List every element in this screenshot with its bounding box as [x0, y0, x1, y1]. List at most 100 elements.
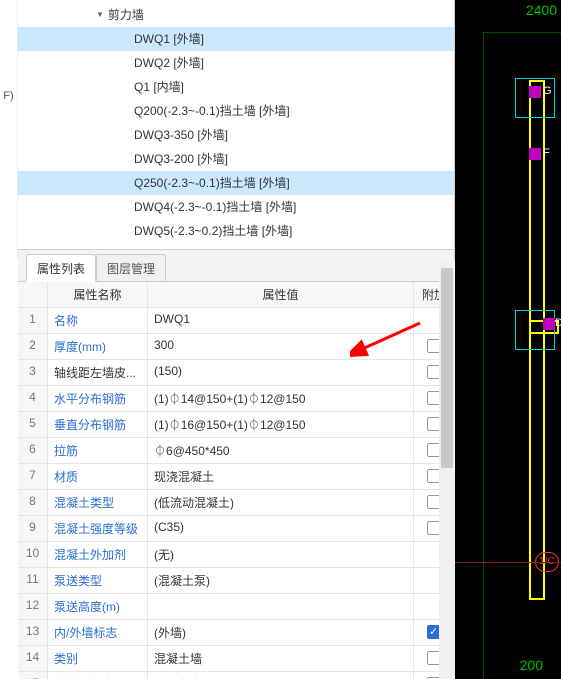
axis-node-label: G — [543, 85, 552, 97]
row-index: 10 — [18, 542, 48, 567]
property-value[interactable]: 300 — [148, 334, 414, 359]
tree-group-label: 剪力墙 — [108, 6, 144, 23]
property-name: 水平分布钢筋 — [48, 386, 148, 411]
header-index — [18, 282, 48, 307]
property-name: 轴线距左墙皮... — [48, 360, 148, 385]
table-row[interactable]: 12泵送高度(m) — [18, 594, 454, 620]
table-row[interactable]: 7材质现浇混凝土 — [18, 464, 454, 490]
axis-node-label: D — [555, 317, 561, 329]
tree-item[interactable]: Q1 [内墙] — [18, 75, 454, 99]
cad-viewport[interactable]: 2400 200 G F D 1/C — [455, 0, 561, 679]
tree-item[interactable]: DWQ2 [外墙] — [18, 51, 454, 75]
row-index: 6 — [18, 438, 48, 463]
tree-item-label: Q1 [内墙] — [134, 80, 184, 94]
tab-layer-manage[interactable]: 图层管理 — [96, 254, 166, 281]
row-index: 13 — [18, 620, 48, 645]
axis-node-label: F — [543, 147, 550, 159]
header-name: 属性名称 — [48, 282, 148, 307]
property-value[interactable]: ⏀6@450*450 — [148, 438, 414, 463]
tree-item-label: DWQ5(-2.3~0.2)挡土墙 [外墙] — [134, 224, 292, 238]
scrollbar-thumb[interactable] — [441, 268, 453, 468]
tree-item[interactable]: DWQ3-200 [外墙] — [18, 147, 454, 171]
property-name: 类别 — [48, 646, 148, 671]
property-scrollbar[interactable] — [439, 260, 455, 679]
row-index: 15 — [18, 672, 48, 679]
tab-property-list[interactable]: 属性列表 — [26, 254, 96, 282]
property-table: 属性名称 属性值 附加 1名称DWQ12厚度(mm)3003轴线距左墙皮...(… — [18, 282, 454, 679]
row-index: 8 — [18, 490, 48, 515]
table-row[interactable]: 3轴线距左墙皮...(150) — [18, 360, 454, 386]
table-header: 属性名称 属性值 附加 — [18, 282, 454, 308]
row-index: 4 — [18, 386, 48, 411]
column-element[interactable] — [515, 78, 555, 118]
property-name: 厚度(mm) — [48, 334, 148, 359]
tree-item[interactable]: DWQ4(-2.3~-0.1)挡土墙 [外墙] — [18, 195, 454, 219]
property-value[interactable]: 混凝土墙 — [148, 646, 414, 671]
table-row[interactable]: 5垂直分布钢筋(1)⏀16@150+(1)⏀12@150 — [18, 412, 454, 438]
property-value[interactable]: (无) — [148, 542, 414, 567]
row-index: 14 — [18, 646, 48, 671]
property-value[interactable]: 现浇混凝土 — [148, 464, 414, 489]
tree-item-label: DWQ4(-2.3~-0.1)挡土墙 [外墙] — [134, 200, 296, 214]
property-name: 材质 — [48, 464, 148, 489]
table-row[interactable]: 13内/外墙标志(外墙) — [18, 620, 454, 646]
tree-item[interactable]: DWQ5(-2.3~0.2)挡土墙 [外墙] — [18, 219, 454, 243]
property-value[interactable]: (混凝土泵) — [148, 568, 414, 593]
property-name: 拉筋 — [48, 438, 148, 463]
left-dock-fragment: F) — [0, 0, 18, 260]
table-row[interactable]: 14类别混凝土墙 — [18, 646, 454, 672]
table-row[interactable]: 11泵送类型(混凝土泵) — [18, 568, 454, 594]
table-row[interactable]: 15起点顶标高(m)层顶标高 — [18, 672, 454, 679]
table-row[interactable]: 9混凝土强度等级(C35) — [18, 516, 454, 542]
tab-label: 属性列表 — [37, 262, 85, 276]
property-value[interactable]: DWQ1 — [148, 308, 414, 333]
property-name: 泵送高度(m) — [48, 594, 148, 619]
dimension-label: 200 — [520, 657, 543, 673]
tree-item-label: DWQ2 [外墙] — [134, 56, 204, 70]
property-value[interactable]: (C35) — [148, 516, 414, 541]
tree-item-label: Q250(-2.3~-0.1)挡土墙 [外墙] — [134, 176, 290, 190]
row-index: 2 — [18, 334, 48, 359]
table-row[interactable]: 10混凝土外加剂(无) — [18, 542, 454, 568]
tree-item-label: DWQ1 [外墙] — [134, 32, 204, 46]
property-value[interactable]: (1)⏀14@150+(1)⏀12@150 — [148, 386, 414, 411]
tree-item[interactable]: DWQ3-350 [外墙] — [18, 123, 454, 147]
property-name: 泵送类型 — [48, 568, 148, 593]
property-name: 垂直分布钢筋 — [48, 412, 148, 437]
property-name: 混凝土强度等级 — [48, 516, 148, 541]
component-tree: 剪力墙 DWQ1 [外墙] DWQ2 [外墙] Q1 [内墙] Q200(-2.… — [18, 0, 454, 250]
axis-node[interactable] — [529, 148, 541, 160]
property-name: 混凝土类型 — [48, 490, 148, 515]
table-row[interactable]: 1名称DWQ1 — [18, 308, 454, 334]
tree-item[interactable]: Q250(-2.3~-0.1)挡土墙 [外墙] — [18, 171, 454, 195]
dimension-label: 2400 — [526, 2, 557, 18]
row-index: 9 — [18, 516, 48, 541]
axis-node[interactable] — [543, 318, 555, 330]
property-name: 名称 — [48, 308, 148, 333]
property-name: 起点顶标高(m) — [48, 672, 148, 679]
property-value[interactable]: (150) — [148, 360, 414, 385]
tree-item[interactable]: DWQ1 [外墙] — [18, 27, 454, 51]
property-value[interactable]: (1)⏀16@150+(1)⏀12@150 — [148, 412, 414, 437]
grid-line — [483, 32, 484, 679]
table-row[interactable]: 6拉筋⏀6@450*450 — [18, 438, 454, 464]
row-index: 5 — [18, 412, 48, 437]
property-value[interactable]: (低流动混凝土) — [148, 490, 414, 515]
table-row[interactable]: 2厚度(mm)300 — [18, 334, 454, 360]
row-index: 12 — [18, 594, 48, 619]
tree-group-shear-wall[interactable]: 剪力墙 — [18, 4, 454, 27]
property-name: 混凝土外加剂 — [48, 542, 148, 567]
property-value[interactable] — [148, 594, 414, 619]
table-row[interactable]: 4水平分布钢筋(1)⏀14@150+(1)⏀12@150 — [18, 386, 454, 412]
property-value[interactable]: 层顶标高 — [148, 672, 414, 679]
tree-item-label: DWQ3-200 [外墙] — [134, 152, 228, 166]
axis-node[interactable] — [529, 86, 541, 98]
row-index: 7 — [18, 464, 48, 489]
column-element[interactable] — [515, 310, 555, 350]
property-name: 内/外墙标志 — [48, 620, 148, 645]
row-index: 3 — [18, 360, 48, 385]
tree-item[interactable]: Q200(-2.3~-0.1)挡土墙 [外墙] — [18, 99, 454, 123]
tree-item-label: Q200(-2.3~-0.1)挡土墙 [外墙] — [134, 104, 290, 118]
property-value[interactable]: (外墙) — [148, 620, 414, 645]
table-row[interactable]: 8混凝土类型(低流动混凝土) — [18, 490, 454, 516]
